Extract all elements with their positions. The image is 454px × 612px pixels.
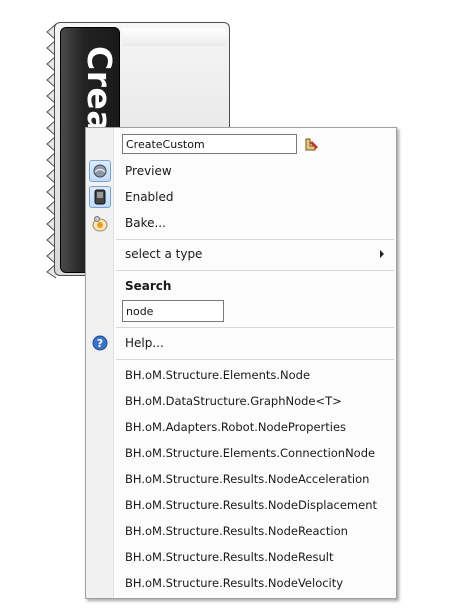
menu-separator [116,239,394,240]
menu-item-help[interactable]: ? Help... [86,331,396,355]
search-result-item[interactable]: BH.oM.DataStructure.GraphNode<T> [86,389,396,413]
search-result-label: BH.oM.Structure.Elements.ConnectionNode [125,446,376,460]
search-result-label: BH.oM.Structure.Results.NodeReaction [125,524,348,538]
search-heading-row: Search [86,274,396,298]
menu-item-preview[interactable]: Preview [86,159,396,183]
search-result-item[interactable]: BH.oM.Structure.Results.NodeAcceleration [86,467,396,491]
search-input[interactable] [122,300,224,322]
bake-icon [89,212,111,234]
search-result-label: BH.oM.DataStructure.GraphNode<T> [125,394,342,408]
help-icon: ? [89,332,111,354]
menu-item-select-type[interactable]: select a type [86,242,396,266]
menu-separator [116,359,394,360]
search-result-item[interactable]: BH.oM.Structure.Elements.ConnectionNode [86,441,396,465]
menu-item-enabled[interactable]: Enabled [86,185,396,209]
menu-item-preview-label: Preview [125,164,172,178]
rename-icon[interactable] [303,137,321,153]
context-menu: Preview Enabled Bake... select a type Se… [85,127,397,599]
search-result-label: BH.oM.Structure.Results.NodeResult [125,550,334,564]
component-highlight [122,28,226,46]
search-result-item[interactable]: BH.oM.Structure.Results.NodeResult [86,545,396,569]
svg-text:?: ? [97,337,103,350]
search-result-item[interactable]: BH.oM.Structure.Results.NodeReaction [86,519,396,543]
menu-separator [116,327,394,328]
menu-item-bake-label: Bake... [125,216,166,230]
menu-item-enabled-label: Enabled [125,190,174,204]
search-result-label: BH.oM.Structure.Elements.Node [125,368,311,382]
search-result-label: BH.oM.Structure.Results.NodeVelocity [125,576,344,590]
search-result-label: BH.oM.Structure.Results.NodeAcceleration [125,472,370,486]
enabled-icon [89,186,111,208]
submenu-arrow-icon [380,250,384,258]
menu-item-bake[interactable]: Bake... [86,211,396,235]
component-name-input[interactable] [122,134,297,154]
search-result-item[interactable]: BH.oM.Structure.Results.NodeVelocity [86,571,396,595]
search-result-label: BH.oM.Structure.Results.NodeDisplacement [125,498,378,512]
search-result-item[interactable]: BH.oM.Adapters.Robot.NodeProperties [86,415,396,439]
search-heading: Search [125,279,172,293]
menu-item-help-label: Help... [125,336,164,350]
preview-icon [89,160,111,182]
menu-item-select-type-label: select a type [125,247,203,261]
search-result-item[interactable]: BH.oM.Structure.Elements.Node [86,363,396,387]
search-result-item[interactable]: BH.oM.Structure.Results.NodeDisplacement [86,493,396,517]
menu-separator [116,270,394,271]
search-result-label: BH.oM.Adapters.Robot.NodeProperties [125,420,347,434]
